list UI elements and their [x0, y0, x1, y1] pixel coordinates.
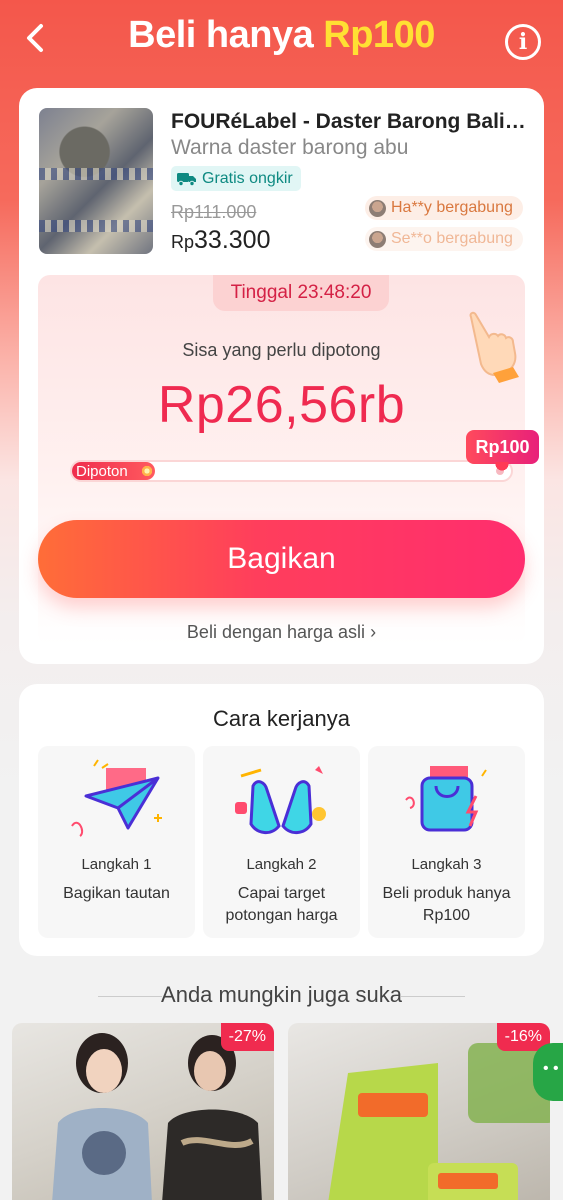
how-it-works-card: Cara kerjanya Langkah 1 Bagikan tautan L…	[19, 684, 544, 956]
current-price: Rp33.300	[171, 226, 270, 255]
sparkle-icon	[141, 465, 154, 477]
progress-label: Dipoton	[76, 462, 128, 480]
step-number: Langkah 3	[411, 856, 482, 873]
original-price: Rp111.000	[171, 202, 257, 222]
recommendations-title: Anda mungkin juga suka	[161, 982, 402, 1007]
truck-icon	[177, 172, 196, 186]
avatar	[369, 230, 386, 248]
share-button-label: Bagikan	[227, 542, 336, 575]
joined-user-badge: Se**o bergabung	[365, 227, 523, 251]
remaining-label: Sisa yang perlu dipotong	[182, 340, 381, 360]
joined-text: Ha**y bergabung	[391, 199, 513, 216]
product-variant: Warna daster barong abu	[171, 136, 409, 159]
step-number: Langkah 1	[81, 856, 152, 873]
page-title: Beli hanya Rp100	[0, 14, 563, 57]
top-bar: Beli hanya Rp100 i	[0, 0, 563, 80]
target-price-badge: Rp100	[466, 430, 539, 472]
floating-chat-button[interactable]	[533, 1043, 563, 1101]
step-number: Langkah 2	[246, 856, 317, 873]
avatar	[369, 199, 386, 217]
step-card: Langkah 1 Bagikan tautan	[38, 746, 195, 938]
free-shipping-label: Gratis ongkir	[202, 169, 293, 187]
price-currency: Rp	[171, 232, 195, 252]
progress-fill: Dipoton	[72, 462, 156, 480]
product-card: FOURéLabel - Daster Barong Bali ... Warn…	[19, 88, 544, 664]
recommended-product[interactable]: -16%	[288, 1023, 550, 1200]
title-text: Beli hanya	[128, 14, 324, 56]
joined-user-badge: Ha**y bergabung	[365, 196, 523, 220]
buy-original-label: Beli dengan harga asli	[186, 622, 366, 642]
high-five-icon	[235, 766, 326, 834]
step-card: Langkah 2 Capai target potongan harga	[203, 746, 360, 938]
step-description: Capai target potongan harga	[225, 885, 338, 924]
buy-original-price-link[interactable]: Beli dengan harga asli ›	[38, 622, 525, 643]
how-it-works-title: Cara kerjanya	[213, 706, 350, 731]
step-description: Bagikan tautan	[63, 885, 170, 902]
countdown-timer: Tinggal 23:48:20	[213, 275, 389, 311]
divider	[401, 996, 465, 997]
paper-plane-icon	[71, 759, 162, 837]
joined-text: Se**o bergabung	[391, 230, 513, 247]
free-shipping-badge: Gratis ongkir	[171, 166, 301, 191]
price-cut-panel: Tinggal 23:48:20 Sisa yang perlu dipoton…	[38, 275, 539, 645]
pointing-hand-icon	[469, 311, 519, 383]
shopping-bag-icon	[405, 766, 487, 832]
discount-badge: -27%	[220, 1023, 274, 1051]
remaining-amount: Rp26,56rb	[157, 376, 406, 434]
recommended-product[interactable]: -27%	[12, 1023, 274, 1200]
product-thumbnail[interactable]	[39, 108, 153, 254]
step-description: Beli produk hanya Rp100	[382, 885, 511, 924]
step-card: Langkah 3 Beli produk hanya Rp100	[368, 746, 525, 938]
chevron-right-icon: ›	[370, 622, 377, 642]
title-accent-text: Rp100	[323, 14, 435, 56]
share-button[interactable]: Bagikan	[38, 520, 525, 598]
progress-bar: Dipoton	[70, 460, 513, 482]
info-icon[interactable]: i	[505, 24, 541, 60]
product-name[interactable]: FOURéLabel - Daster Barong Bali ...	[171, 110, 526, 134]
price-amount: 33.300	[194, 226, 271, 254]
